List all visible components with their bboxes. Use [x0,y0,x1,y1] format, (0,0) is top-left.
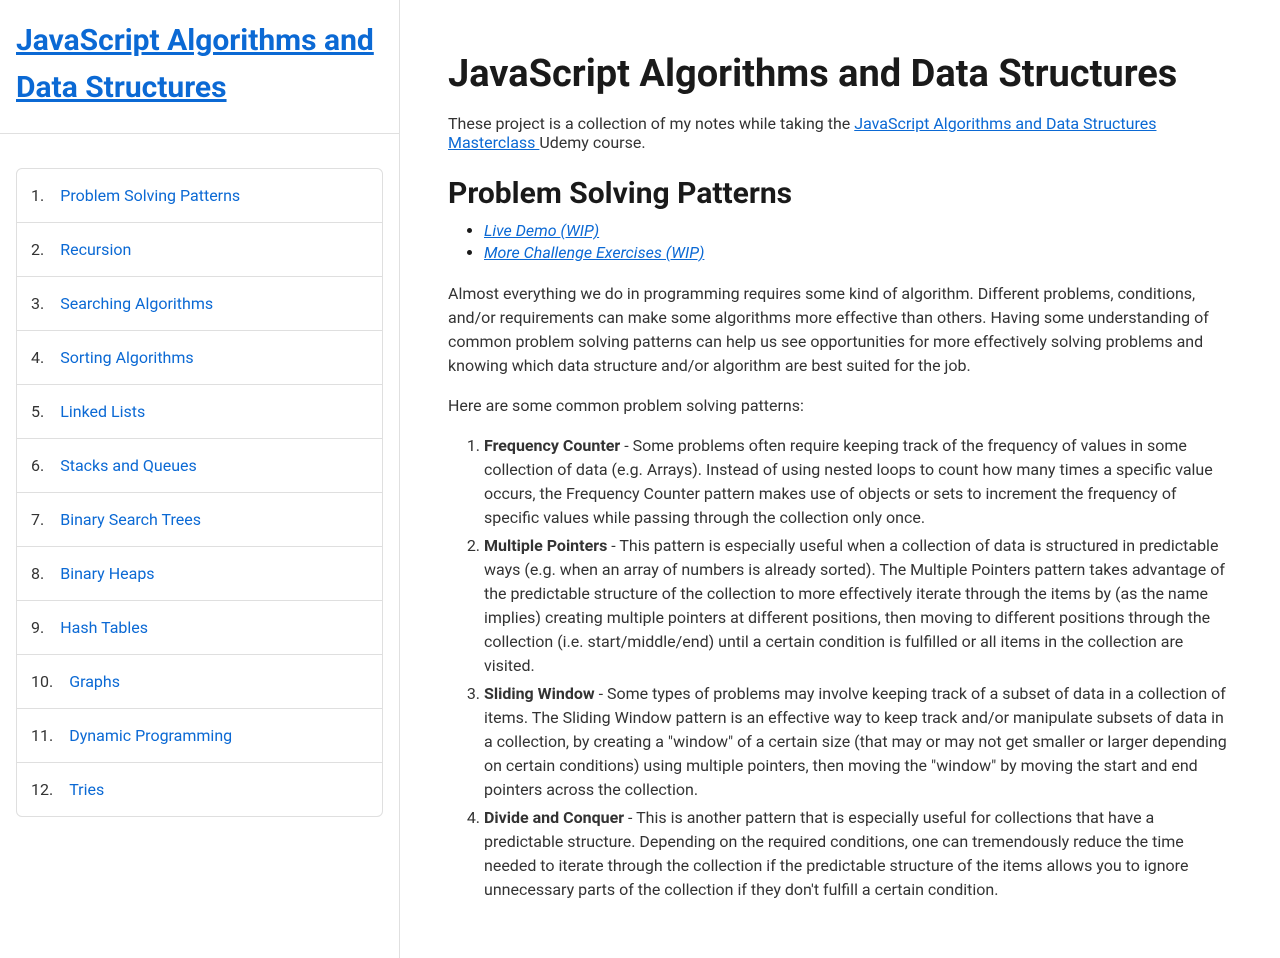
pattern-name: Divide and Conquer [484,808,624,827]
sidebar-item-number: 9. [31,618,44,637]
list-item: Live Demo (WIP) [484,221,1232,240]
sidebar-item-number: 5. [31,402,44,421]
pattern-name: Sliding Window [484,684,595,703]
sidebar-item-link[interactable]: Searching Algorithms [60,294,213,313]
sidebar-item-link[interactable]: Binary Search Trees [60,510,201,529]
wip-link-list: Live Demo (WIP) More Challenge Exercises … [448,221,1232,262]
sidebar-item-link[interactable]: Dynamic Programming [69,726,232,745]
sidebar-item[interactable]: 1. Problem Solving Patterns [17,169,382,223]
pattern-item: Frequency Counter - Some problems often … [484,434,1232,530]
sidebar-item-link[interactable]: Problem Solving Patterns [60,186,240,205]
sidebar-item[interactable]: 3. Searching Algorithms [17,277,382,331]
sidebar-item-number: 2. [31,240,44,259]
sidebar-item-number: 12. [31,780,53,799]
sidebar-item[interactable]: 4. Sorting Algorithms [17,331,382,385]
sidebar-item-link[interactable]: Hash Tables [60,618,148,637]
sidebar-item-link[interactable]: Sorting Algorithms [60,348,193,367]
sidebar-item[interactable]: 6. Stacks and Queues [17,439,382,493]
page-title: JavaScript Algorithms and Data Structure… [448,52,1232,96]
sidebar-item-number: 3. [31,294,44,313]
paragraph-overview: Almost everything we do in programming r… [448,282,1232,378]
sidebar-item[interactable]: 2. Recursion [17,223,382,277]
sidebar-item-link[interactable]: Recursion [60,240,131,259]
section-heading: Problem Solving Patterns [448,176,1232,211]
sidebar-item[interactable]: 12. Tries [17,763,382,816]
sidebar-item[interactable]: 5. Linked Lists [17,385,382,439]
intro-post: Udemy course. [539,133,645,152]
pattern-item: Divide and Conquer - This is another pat… [484,806,1232,902]
pattern-desc: - This pattern is especially useful when… [484,536,1225,675]
sidebar-item-number: 1. [31,186,44,205]
pattern-item: Multiple Pointers - This pattern is espe… [484,534,1232,678]
sidebar-item-link[interactable]: Binary Heaps [60,564,154,583]
sidebar-item[interactable]: 9. Hash Tables [17,601,382,655]
intro-pre: These project is a collection of my note… [448,114,854,133]
sidebar-nav-list: 1. Problem Solving Patterns 2. Recursion 3. S… [16,168,383,817]
main-content: JavaScript Algorithms and Data Structure… [400,0,1280,958]
sidebar-item-link[interactable]: Graphs [69,672,120,691]
sidebar-item-number: 11. [31,726,53,745]
sidebar-item-number: 4. [31,348,44,367]
wip-link[interactable]: Live Demo (WIP) [484,221,599,240]
sidebar-item-number: 7. [31,510,44,529]
paragraph-lead: Here are some common problem solving pat… [448,394,1232,418]
pattern-name: Multiple Pointers [484,536,607,555]
sidebar-item[interactable]: 7. Binary Search Trees [17,493,382,547]
sidebar-item-number: 8. [31,564,44,583]
pattern-desc: - Some types of problems may involve kee… [484,684,1227,799]
sidebar-header: JavaScript Algorithms and Data Structure… [0,0,399,134]
wip-link[interactable]: More Challenge Exercises (WIP) [484,243,704,262]
sidebar-item[interactable]: 11. Dynamic Programming [17,709,382,763]
sidebar-item-link[interactable]: Tries [69,780,104,799]
sidebar-item-number: 10. [31,672,53,691]
sidebar-title-link[interactable]: JavaScript Algorithms and Data Structure… [16,23,374,105]
sidebar-item[interactable]: 10. Graphs [17,655,382,709]
pattern-list: Frequency Counter - Some problems often … [448,434,1232,902]
sidebar-item-number: 6. [31,456,44,475]
intro-paragraph: These project is a collection of my note… [448,114,1232,152]
list-item: More Challenge Exercises (WIP) [484,243,1232,262]
sidebar: JavaScript Algorithms and Data Structure… [0,0,400,958]
pattern-item: Sliding Window - Some types of problems … [484,682,1232,802]
sidebar-item[interactable]: 8. Binary Heaps [17,547,382,601]
sidebar-item-link[interactable]: Stacks and Queues [60,456,197,475]
pattern-name: Frequency Counter [484,436,620,455]
sidebar-item-link[interactable]: Linked Lists [60,402,145,421]
